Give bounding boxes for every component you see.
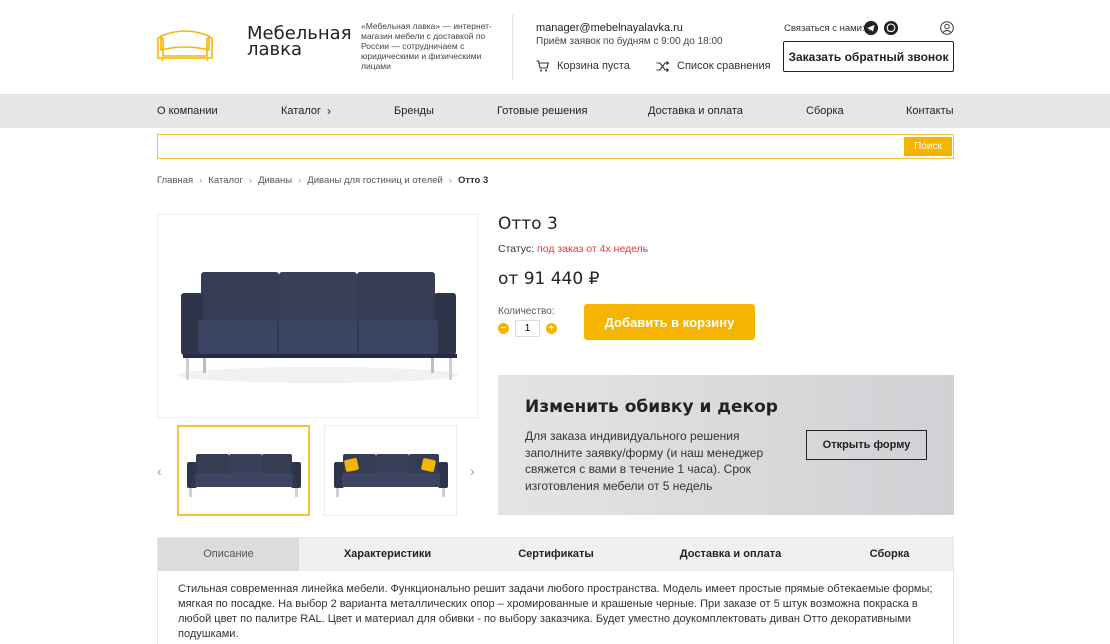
custom-order-panel: Изменить обивку и декор Для заказа индив… — [498, 375, 954, 515]
working-hours: Приём заявок по будням с 9:00 до 18:00 — [536, 36, 723, 47]
telegram-icon[interactable] — [864, 21, 878, 35]
description-text: Стильная современная линейка мебели. Фун… — [157, 571, 954, 644]
main-nav: О компании Каталог › Бренды Готовые реше… — [0, 94, 1110, 128]
whatsapp-icon[interactable] — [884, 21, 898, 35]
contact-label: Связаться с нами: — [784, 23, 865, 34]
nav-item-solutions[interactable]: Готовые решения — [497, 105, 587, 117]
breadcrumb-catalog[interactable]: Каталог — [208, 175, 243, 186]
nav-item-catalog[interactable]: Каталог › — [281, 103, 331, 118]
product-status: Статус: под заказ от 4х недель — [498, 243, 648, 255]
quantity-decrease-button[interactable]: − — [498, 323, 509, 334]
nav-item-about[interactable]: О компании — [157, 105, 218, 117]
breadcrumb-separator: › — [448, 175, 452, 186]
status-label: Статус: — [498, 243, 535, 255]
product-thumbnail-1[interactable] — [177, 425, 310, 516]
tab-certificates[interactable]: Сертификаты — [476, 538, 636, 571]
custom-order-title: Изменить обивку и декор — [525, 397, 778, 417]
quantity-label: Количество: — [498, 306, 555, 317]
sofa-thumbnail-photo — [187, 454, 301, 497]
quantity-input[interactable] — [515, 320, 540, 337]
breadcrumb-current: Отто 3 — [457, 175, 489, 186]
sofa-photo — [178, 272, 458, 383]
breadcrumb-separator: › — [199, 175, 203, 186]
compare-icon — [656, 60, 669, 72]
nav-item-contacts[interactable]: Контакты — [906, 105, 954, 117]
tagline: «Мебельная лавка» — интернет-магазин меб… — [361, 21, 492, 71]
tab-assembly[interactable]: Сборка — [825, 538, 954, 571]
cart-label: Корзина пуста — [557, 60, 630, 72]
product-price: от 91 440 ₽ — [498, 269, 600, 289]
site-header: Мебельная лавка «Мебельная лавка» — инте… — [0, 0, 1110, 94]
thumb-prev-arrow-icon[interactable]: ‹ — [157, 463, 162, 479]
logo-line2: лавка — [247, 39, 303, 60]
breadcrumb-separator: › — [298, 175, 302, 186]
tab-description[interactable]: Описание — [158, 538, 299, 571]
compare-link[interactable]: Список сравнения — [656, 60, 771, 72]
sofa-logo-icon[interactable] — [157, 26, 213, 62]
email-link[interactable]: manager@mebelnayalavka.ru — [536, 22, 683, 34]
quantity-increase-button[interactable]: + — [546, 323, 557, 334]
tab-delivery[interactable]: Доставка и оплата — [636, 538, 825, 571]
user-account-icon[interactable] — [940, 21, 954, 35]
product-thumbnail-2[interactable] — [324, 425, 457, 516]
cart-icon — [536, 60, 549, 72]
product-title: Отто 3 — [498, 214, 558, 234]
tab-specifications[interactable]: Характеристики — [299, 538, 476, 571]
nav-item-brands[interactable]: Бренды — [394, 105, 434, 117]
status-value: под заказ от 4х недель — [537, 243, 649, 255]
callback-button[interactable]: Заказать обратный звонок — [783, 41, 954, 72]
product-main-image[interactable] — [157, 214, 478, 418]
breadcrumb-home[interactable]: Главная — [157, 175, 193, 186]
nav-item-delivery[interactable]: Доставка и оплата — [648, 105, 743, 117]
add-to-cart-button[interactable]: Добавить в корзину — [584, 304, 755, 340]
search-input[interactable] — [158, 135, 903, 158]
breadcrumb-hotel-sofas[interactable]: Диваны для гостиниц и отелей — [307, 175, 443, 186]
compare-label: Список сравнения — [677, 60, 771, 72]
custom-order-text: Для заказа индивидуального решения запол… — [525, 429, 764, 493]
breadcrumb: Главная › Каталог › Диваны › Диваны для … — [157, 175, 488, 186]
breadcrumb-sofas[interactable]: Диваны — [258, 175, 292, 186]
cart-link[interactable]: Корзина пуста — [536, 60, 630, 72]
header-divider — [512, 14, 513, 80]
logo-text[interactable]: Мебельная лавка — [247, 25, 352, 60]
breadcrumb-separator: › — [248, 175, 253, 186]
sofa-with-pillows-thumbnail-photo — [334, 454, 448, 497]
product-tabs: Описание Характеристики Сертификаты Дост… — [157, 537, 954, 571]
nav-item-assembly[interactable]: Сборка — [806, 105, 844, 117]
search-button[interactable]: Поиск — [904, 137, 952, 156]
nav-catalog-label: Каталог — [281, 105, 321, 117]
search-bar: Поиск — [157, 134, 954, 159]
chevron-right-icon: › — [327, 103, 331, 118]
thumb-next-arrow-icon[interactable]: › — [470, 463, 475, 479]
open-form-button[interactable]: Открыть форму — [806, 430, 927, 460]
